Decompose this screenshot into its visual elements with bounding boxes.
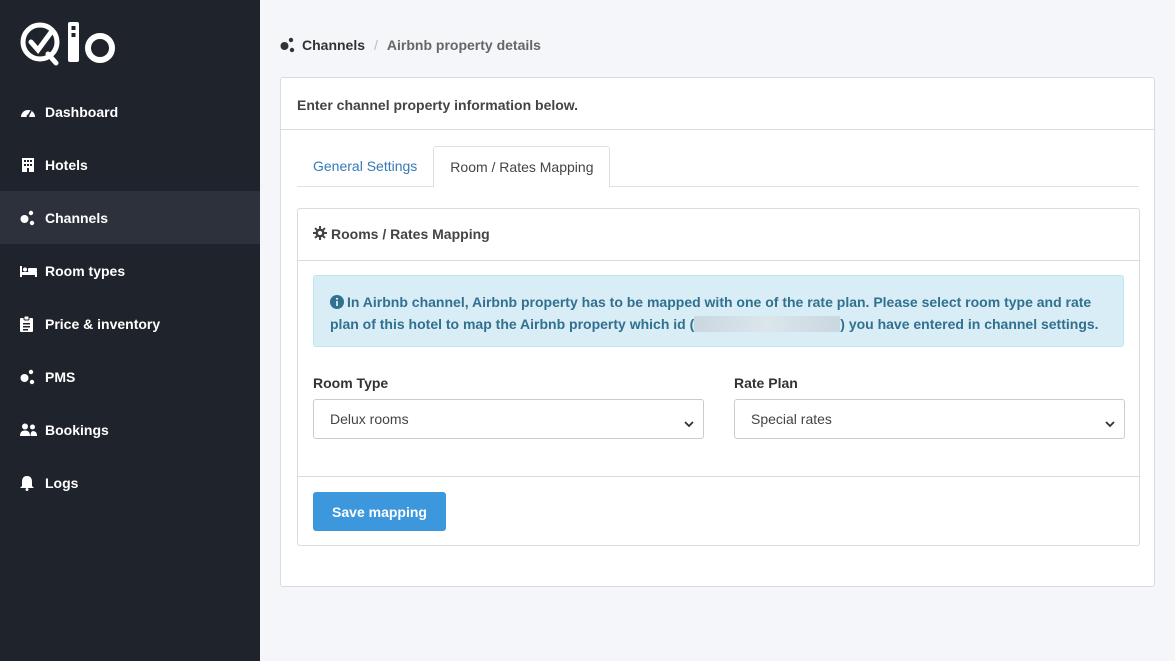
chevron-down-icon: [1105, 415, 1115, 431]
main-content: Channels / Airbnb property details Enter…: [260, 0, 1175, 661]
alert-text-after: ) you have entered in channel settings.: [840, 316, 1099, 332]
sidebar-item-label: Dashboard: [45, 103, 119, 120]
mapping-panel: Rooms / Rates Mapping In Airbnb channel,…: [297, 208, 1140, 546]
building-icon: [20, 157, 38, 173]
breadcrumb-separator: /: [374, 37, 378, 53]
breadcrumb-channels-link[interactable]: Channels: [302, 37, 365, 53]
info-alert: In Airbnb channel, Airbnb property has t…: [313, 275, 1124, 347]
room-type-selected-value: Delux rooms: [330, 411, 409, 427]
channels-icon: [280, 37, 296, 53]
pms-icon: [20, 369, 38, 385]
sidebar-item-dashboard[interactable]: Dashboard: [0, 85, 260, 138]
sidebar-item-channels[interactable]: Channels: [0, 191, 260, 244]
tab-bar: General Settings Room / Rates Mapping: [297, 146, 1139, 188]
sidebar-item-label: Room types: [45, 262, 126, 279]
sidebar-item-logs[interactable]: Logs: [0, 456, 260, 509]
tab-general-settings[interactable]: General Settings: [297, 146, 433, 187]
bed-icon: [20, 263, 38, 279]
property-card: Enter channel property information below…: [280, 77, 1155, 587]
sidebar: Dashboard Hotels Channels Room types Pri…: [0, 0, 260, 661]
sidebar-item-price-inventory[interactable]: Price & inventory: [0, 297, 260, 350]
rate-plan-select[interactable]: Special rates: [734, 399, 1125, 439]
chevron-down-icon: [684, 415, 694, 431]
channels-icon: [20, 210, 38, 226]
save-mapping-button[interactable]: Save mapping: [313, 492, 446, 531]
users-icon: [20, 422, 38, 438]
panel-footer-divider: [298, 476, 1139, 477]
sidebar-nav: Dashboard Hotels Channels Room types Pri…: [0, 85, 260, 509]
sidebar-item-hotels[interactable]: Hotels: [0, 138, 260, 191]
room-type-label: Room Type: [313, 375, 389, 391]
tab-room-rates-mapping[interactable]: Room / Rates Mapping: [433, 146, 611, 188]
mapping-panel-header: Rooms / Rates Mapping: [298, 209, 1139, 261]
sidebar-item-label: Bookings: [45, 421, 109, 438]
room-type-select[interactable]: Delux rooms: [313, 399, 704, 439]
mapping-panel-title: Rooms / Rates Mapping: [331, 226, 490, 242]
bell-icon: [20, 475, 38, 491]
sidebar-item-label: Logs: [45, 474, 79, 491]
sidebar-item-room-types[interactable]: Room types: [0, 244, 260, 297]
sidebar-item-label: PMS: [45, 368, 76, 385]
sidebar-item-bookings[interactable]: Bookings: [0, 403, 260, 456]
sidebar-item-label: Hotels: [45, 156, 88, 173]
sidebar-item-label: Channels: [45, 209, 109, 226]
rate-plan-label: Rate Plan: [734, 375, 798, 391]
gear-icon: [313, 226, 327, 240]
info-icon: [330, 294, 344, 314]
redacted-property-id: [694, 316, 841, 332]
rate-plan-selected-value: Special rates: [751, 411, 832, 427]
sidebar-item-label: Price & inventory: [45, 315, 161, 332]
breadcrumb-current: Airbnb property details: [386, 37, 541, 53]
sidebar-item-pms[interactable]: PMS: [0, 350, 260, 403]
dashboard-icon: [20, 104, 38, 120]
qio-logo[interactable]: [20, 20, 116, 66]
clipboard-icon: [20, 315, 38, 332]
breadcrumb: Channels / Airbnb property details: [280, 37, 541, 53]
card-header: Enter channel property information below…: [281, 78, 1154, 130]
